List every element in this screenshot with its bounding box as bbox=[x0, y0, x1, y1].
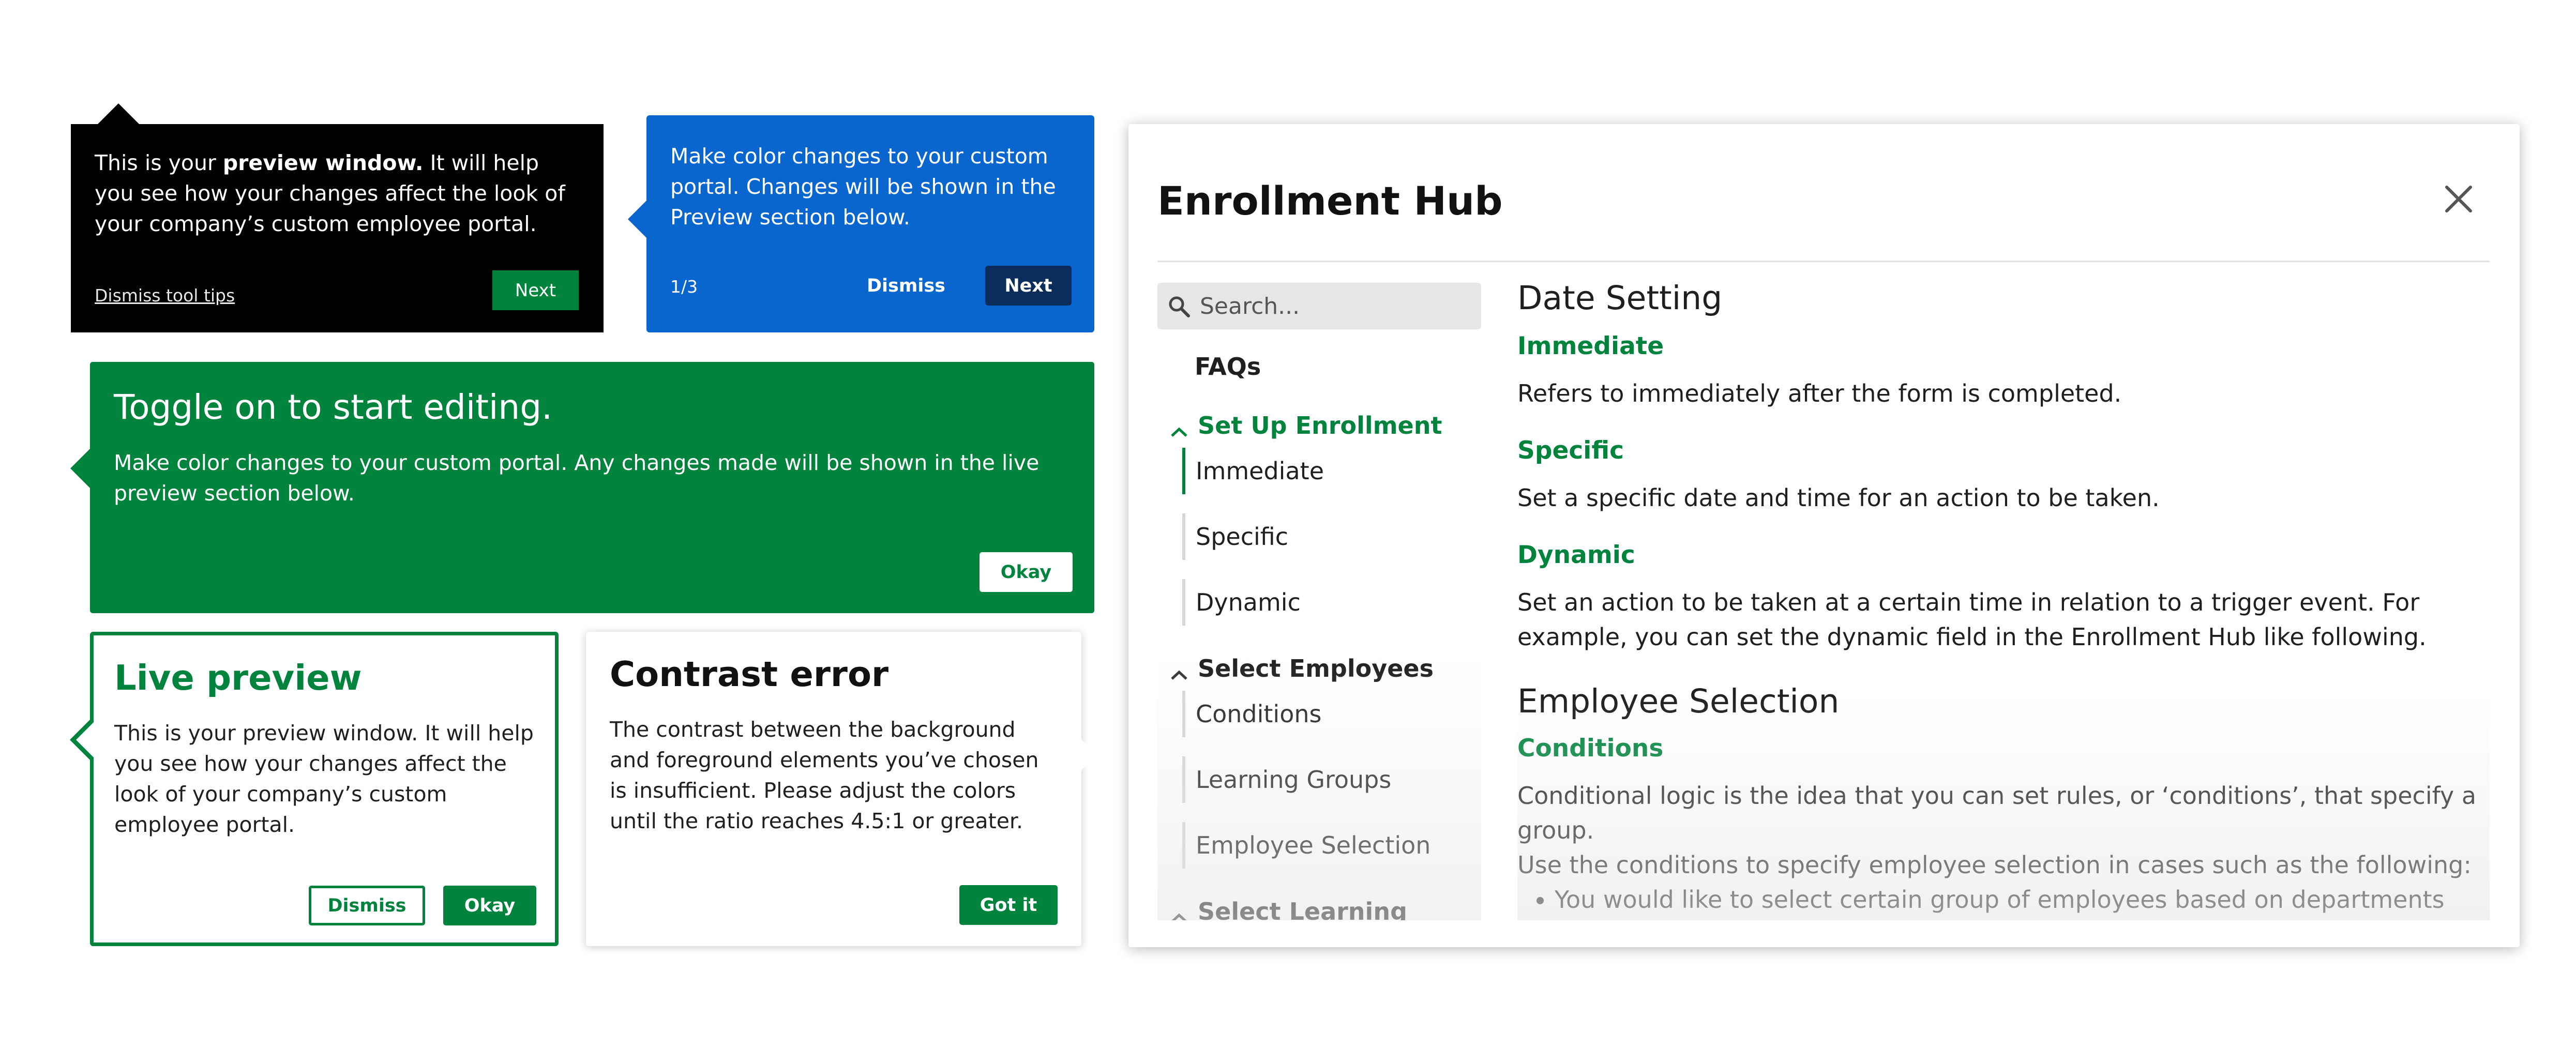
tooltip-color-changes: Make color changes to your custom portal… bbox=[628, 115, 1094, 332]
tooltip-body: Make color changes to your custom portal… bbox=[670, 144, 1056, 230]
heading-dynamic: Dynamic bbox=[1517, 541, 1635, 569]
specific-description: Set a specific date and time for an acti… bbox=[1517, 484, 2160, 512]
tooltip-body: Make color changes to your custom portal… bbox=[114, 450, 1040, 506]
help-content[interactable]: Date Setting Immediate Refers to immedia… bbox=[1517, 279, 2490, 920]
tooltip-arrow bbox=[70, 449, 90, 488]
conditions-usage: Use the conditions to specify employee s… bbox=[1517, 851, 2472, 879]
tooltip-arrow-inner bbox=[76, 722, 94, 757]
heading-specific: Specific bbox=[1517, 436, 1624, 465]
tooltip-title: Contrast error bbox=[610, 654, 889, 694]
dismiss-button[interactable]: Dismiss bbox=[309, 886, 425, 925]
tooltip-title: Live preview bbox=[114, 658, 362, 698]
tooltip-live-preview: Live preview This is your preview window… bbox=[70, 632, 559, 946]
sidebar-section-label: Select Employees bbox=[1198, 655, 1434, 682]
dynamic-description: Set an action to be taken at a certain t… bbox=[1517, 588, 2427, 651]
tooltip-preview-window: This is your preview window. It will hel… bbox=[71, 103, 604, 332]
sidebar-section-label: Set Up Enrollment bbox=[1198, 412, 1442, 439]
chevron-up-icon bbox=[1168, 418, 1191, 437]
step-counter: 1/3 bbox=[670, 277, 698, 297]
sidebar-item-employee-selection[interactable]: Employee Selection bbox=[1182, 822, 1430, 869]
modal-title: Enrollment Hub bbox=[1157, 178, 1503, 224]
search-input[interactable] bbox=[1200, 283, 1469, 329]
next-button[interactable]: Next bbox=[985, 266, 1072, 306]
next-button[interactable]: Next bbox=[492, 270, 579, 310]
chevron-up-icon bbox=[1168, 904, 1191, 920]
search-box[interactable] bbox=[1157, 283, 1481, 329]
header-divider bbox=[1157, 261, 2490, 262]
sidebar-item-specific[interactable]: Specific bbox=[1182, 513, 1288, 560]
dismiss-tooltips-link[interactable]: Dismiss tool tips bbox=[95, 285, 235, 306]
sidebar-nav: FAQs Set Up Enrollment Immediate Specifi… bbox=[1157, 341, 1481, 920]
sidebar-item-conditions[interactable]: Conditions bbox=[1182, 691, 1321, 737]
heading-conditions: Conditions bbox=[1517, 734, 1664, 763]
okay-button[interactable]: Okay bbox=[980, 552, 1073, 592]
okay-button[interactable]: Okay bbox=[443, 886, 536, 925]
tooltip-arrow bbox=[1080, 738, 1097, 771]
heading-immediate: Immediate bbox=[1517, 332, 1664, 360]
sidebar-section-select-learning[interactable]: Select Learning bbox=[1168, 898, 1407, 920]
enrollment-hub-modal: Enrollment Hub FAQs Set Up Enrollment Im… bbox=[1128, 124, 2520, 947]
section-title-date-setting: Date Setting bbox=[1517, 279, 1723, 317]
dismiss-button[interactable]: Dismiss bbox=[867, 270, 945, 301]
tooltip-title: Toggle on to start editing. bbox=[114, 387, 553, 427]
close-icon[interactable] bbox=[2441, 181, 2477, 217]
sidebar-section-set-up-enrollment[interactable]: Set Up Enrollment bbox=[1168, 412, 1442, 439]
search-icon bbox=[1168, 295, 1191, 318]
tooltip-body: This is your preview window. It will hel… bbox=[114, 721, 534, 837]
conditions-description: Conditional logic is the idea that you c… bbox=[1517, 782, 2477, 844]
tooltip-arrow bbox=[98, 103, 139, 124]
section-title-employee-selection: Employee Selection bbox=[1517, 682, 1840, 720]
sidebar-item-dynamic[interactable]: Dynamic bbox=[1182, 579, 1301, 626]
tooltip-body: This is your preview window. It will hel… bbox=[95, 150, 565, 236]
got-it-button[interactable]: Got it bbox=[959, 885, 1058, 925]
sidebar-item-faqs[interactable]: FAQs bbox=[1195, 353, 1261, 381]
sidebar-item-immediate[interactable]: Immediate bbox=[1182, 448, 1324, 494]
tooltip-contrast-error: Contrast error The contrast between the … bbox=[586, 632, 1097, 946]
tooltip-toggle-editing: Toggle on to start editing. Make color c… bbox=[70, 362, 1094, 613]
tooltip-body: The contrast between the background and … bbox=[610, 717, 1039, 833]
tooltip-arrow bbox=[628, 201, 646, 238]
sidebar-section-label: Select Learning bbox=[1198, 898, 1407, 920]
sidebar-item-learning-groups[interactable]: Learning Groups bbox=[1182, 756, 1391, 803]
list-item: You would like to select certain group o… bbox=[1555, 883, 2445, 917]
chevron-up-icon bbox=[1168, 661, 1191, 680]
immediate-description: Refers to immediately after the form is … bbox=[1517, 379, 2122, 407]
sidebar-section-select-employees[interactable]: Select Employees bbox=[1168, 655, 1434, 682]
conditions-list: You would like to select certain group o… bbox=[1517, 883, 2445, 917]
